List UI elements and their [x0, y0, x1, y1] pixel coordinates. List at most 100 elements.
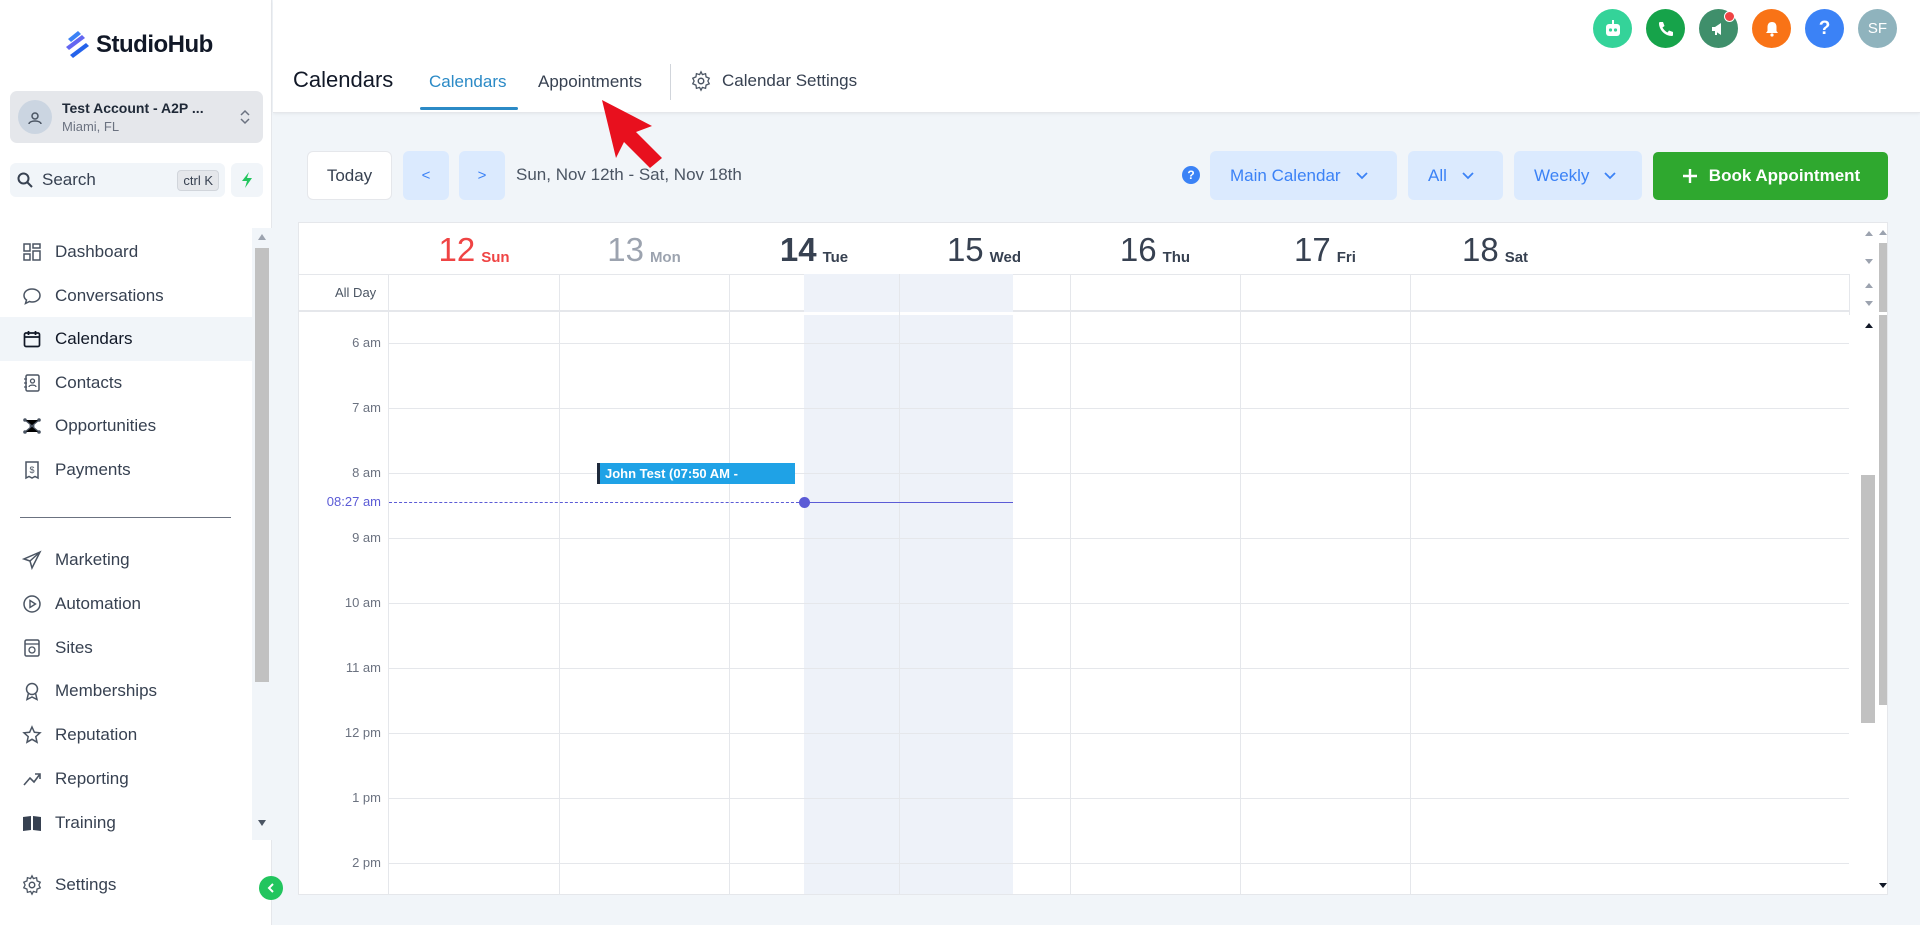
book-appointment-button[interactable]: Book Appointment	[1653, 152, 1888, 200]
award-icon	[20, 679, 44, 703]
collapse-sidebar-button[interactable]	[259, 876, 283, 900]
view-select[interactable]: Weekly	[1514, 151, 1642, 200]
account-switcher[interactable]: Test Account - A2P ... Miami, FL	[10, 91, 263, 143]
dashboard-icon	[20, 240, 44, 264]
account-avatar	[18, 100, 52, 134]
hour-line	[389, 408, 1849, 409]
notifications-button[interactable]	[1752, 9, 1791, 48]
day-name: Sun	[481, 249, 510, 266]
sidebar-item-label: Sites	[55, 638, 93, 657]
sidebar-item-contacts[interactable]: Contacts	[0, 361, 252, 405]
day-number: 12	[438, 231, 476, 268]
sidebar-scrollbar[interactable]	[252, 228, 272, 840]
calendar-select-value: Main Calendar	[1230, 165, 1341, 185]
sidebar-item-settings[interactable]: Settings	[0, 863, 252, 907]
hour-line	[389, 603, 1849, 604]
brand-logo[interactable]: StudioHub	[64, 28, 213, 62]
sidebar-item-reporting[interactable]: Reporting	[0, 757, 252, 801]
hour-label: 7 am	[352, 400, 381, 415]
column-divider	[1070, 274, 1071, 894]
quick-action-button[interactable]	[231, 163, 263, 197]
sidebar-item-reputation[interactable]: Reputation	[0, 713, 252, 757]
sidebar-item-label: Conversations	[55, 286, 164, 305]
calendar-settings-label: Calendar Settings	[722, 71, 858, 90]
top-header: Calendars Calendars Appointments Calenda…	[273, 0, 1920, 113]
chevron-left-icon	[267, 883, 274, 893]
day-header-fri[interactable]: 17 Fri	[1240, 223, 1410, 274]
day-number: 13	[607, 231, 644, 268]
tab-divider	[670, 64, 671, 100]
hour-label: 12 pm	[344, 725, 381, 740]
help-button[interactable]: ?	[1805, 9, 1844, 48]
today-column	[804, 315, 1013, 894]
location-pin-icon	[28, 112, 42, 125]
nav-divider	[20, 517, 231, 518]
search-label: Search	[42, 170, 96, 189]
sidebar-item-training[interactable]: Training	[0, 801, 252, 845]
sites-icon	[20, 636, 44, 660]
annotation-arrow-icon	[602, 100, 662, 168]
sidebar-item-calendars[interactable]: Calendars	[0, 317, 252, 361]
megaphone-icon	[1711, 22, 1721, 35]
sidebar-item-label: Automation	[55, 594, 141, 613]
next-week-button[interactable]: >	[459, 151, 505, 200]
phone-icon	[1658, 21, 1673, 36]
chevron-down-icon	[1604, 171, 1617, 179]
today-button[interactable]: Today	[307, 151, 392, 200]
sidebar-item-label: Marketing	[55, 550, 130, 569]
help-tooltip-icon[interactable]: ?	[1182, 166, 1200, 184]
page-title: Calendars	[293, 67, 394, 92]
hour-line	[389, 733, 1849, 734]
day-number: 15	[946, 231, 984, 268]
hour-line	[389, 863, 1849, 864]
day-header-tue[interactable]: 14 Tue	[729, 223, 899, 274]
sidebar: StudioHub Test Account - A2P ... Miami, …	[0, 0, 272, 925]
tab-appointments[interactable]: Appointments	[538, 72, 642, 92]
day-header-sun[interactable]: 12 Sun	[389, 223, 559, 274]
day-header-mon[interactable]: 13 Mon	[559, 223, 729, 274]
search-input[interactable]: Search ctrl K	[10, 163, 225, 197]
hour-line	[389, 538, 1849, 539]
day-number: 17	[1294, 231, 1331, 268]
sidebar-item-dashboard[interactable]: Dashboard	[0, 230, 252, 274]
chat-icon	[20, 284, 44, 308]
calendar-select[interactable]: Main Calendar	[1210, 151, 1397, 200]
prev-week-button[interactable]: <	[403, 151, 449, 200]
sidebar-item-conversations[interactable]: Conversations	[0, 274, 252, 318]
ai-assistant-button[interactable]	[1593, 9, 1632, 48]
column-divider	[388, 274, 389, 894]
header-scroll-controls[interactable]	[1849, 223, 1887, 312]
trend-icon	[20, 767, 44, 791]
hour-label: 8 am	[352, 465, 381, 480]
sidebar-item-automation[interactable]: Automation	[0, 582, 252, 626]
current-time-label: 08:27 am	[326, 494, 381, 509]
calendar-icon	[20, 327, 44, 351]
column-divider	[1410, 274, 1411, 894]
tab-calendar-settings[interactable]: Calendar Settings	[690, 70, 857, 92]
account-location: Miami, FL	[62, 119, 120, 134]
day-name: Wed	[989, 249, 1022, 266]
sidebar-item-marketing[interactable]: Marketing	[0, 538, 252, 582]
sidebar-item-opportunities[interactable]: Opportunities	[0, 404, 252, 448]
sidebar-item-sites[interactable]: Sites	[0, 626, 252, 670]
day-header-sat[interactable]: 18 Sat	[1410, 223, 1580, 274]
all-day-row[interactable]: All Day	[299, 274, 1849, 312]
bell-icon	[1765, 21, 1778, 37]
filter-select[interactable]: All	[1408, 151, 1503, 200]
appointment-event[interactable]: John Test (07:50 AM -	[597, 463, 795, 484]
day-header-thu[interactable]: 16 Thu	[1070, 223, 1240, 274]
sidebar-item-memberships[interactable]: Memberships	[0, 669, 252, 713]
day-header-wed[interactable]: 15 Wed	[899, 223, 1069, 274]
sidebar-item-payments[interactable]: $ Payments	[0, 448, 252, 492]
grid-scroll-thumb[interactable]	[1861, 475, 1875, 723]
sidebar-scroll-thumb[interactable]	[255, 248, 269, 682]
chevron-down-icon	[1355, 171, 1368, 179]
phone-button[interactable]	[1646, 9, 1685, 48]
outer-scroll-thumb[interactable]	[1879, 315, 1887, 705]
announcements-button[interactable]	[1699, 9, 1738, 48]
grid-scrollbar[interactable]	[1849, 315, 1887, 894]
user-avatar[interactable]: SF	[1858, 9, 1897, 48]
sidebar-item-label: Opportunities	[55, 416, 157, 435]
tab-calendars[interactable]: Calendars	[429, 72, 507, 92]
week-calendar: 12 Sun 13 Mon 14 Tue 15 Wed 16 Thu 17 Fri 18 Sat All …	[298, 222, 1888, 895]
